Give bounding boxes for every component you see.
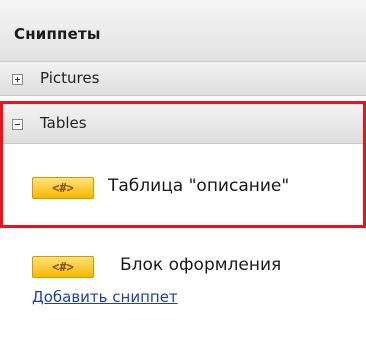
group-pictures[interactable]: Pictures [0, 62, 366, 96]
snippet-badge[interactable]: <#> [32, 177, 94, 199]
group-label-pictures: Pictures [40, 69, 100, 87]
group-label-tables: Tables [40, 114, 87, 132]
add-snippet-link[interactable]: Добавить сниппет [32, 288, 178, 306]
panel-title: Сниппеты [14, 25, 101, 43]
snippets-panel: Сниппеты Pictures Tables <#> Таблица "оп… [0, 0, 366, 363]
group-tables[interactable]: Tables [0, 104, 366, 144]
panel-header: Сниппеты [0, 0, 366, 62]
snippet-label: Таблица "описание" [108, 176, 290, 196]
minus-icon[interactable] [12, 119, 23, 130]
plus-icon[interactable] [12, 74, 23, 85]
snippet-badge[interactable]: <#> [32, 256, 94, 278]
snippet-label: Блок оформления [120, 255, 282, 275]
